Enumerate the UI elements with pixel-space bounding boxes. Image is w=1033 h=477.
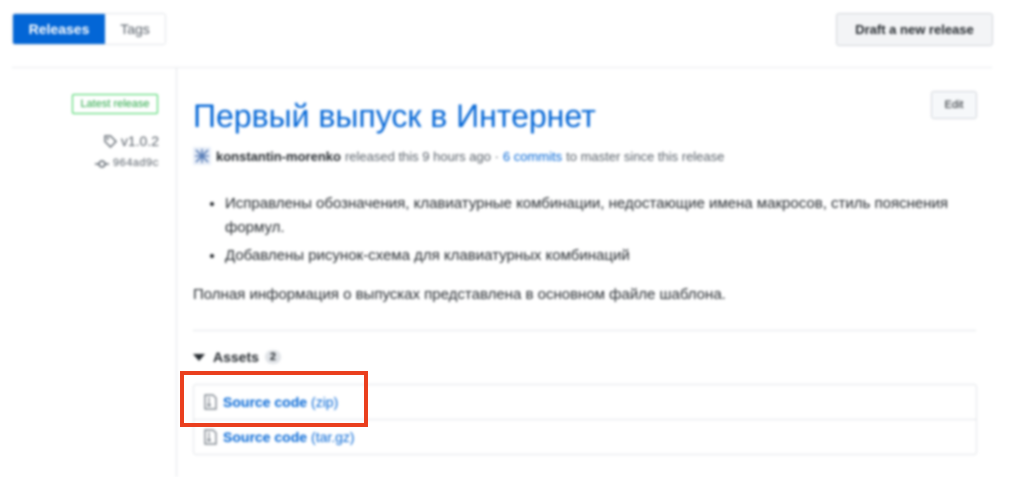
tab-releases[interactable]: Releases bbox=[13, 14, 105, 44]
asset-name[interactable]: Source code bbox=[223, 429, 307, 445]
author-link[interactable]: konstantin-morenko bbox=[216, 149, 341, 164]
release-paragraph: Полная информация о выпусках представлен… bbox=[193, 286, 726, 303]
timeline-line bbox=[176, 68, 177, 477]
commit-icon bbox=[94, 160, 109, 168]
tag-icon bbox=[104, 134, 117, 148]
assets-count-badge: 2 bbox=[264, 350, 282, 364]
draft-release-button[interactable]: Draft a new release bbox=[836, 13, 993, 46]
released-text: released this 9 hours ago · bbox=[344, 148, 499, 164]
release-tabs: Releases Tags bbox=[12, 13, 166, 45]
list-item: Исправлены обозначения, клавиатурные ком… bbox=[225, 192, 965, 240]
tab-tags[interactable]: Tags bbox=[105, 14, 165, 44]
list-item: Добавлены рисунок-схема для клавиатурных… bbox=[225, 244, 965, 268]
release-meta: konstantin-morenko released this 9 hours… bbox=[193, 147, 724, 165]
commit-sha: 964ad9c bbox=[112, 158, 159, 170]
release-commit[interactable]: 964ad9c bbox=[94, 158, 159, 170]
highlight-box bbox=[180, 371, 368, 427]
divider bbox=[12, 67, 992, 68]
release-tag[interactable]: v1.0.2 bbox=[104, 133, 159, 149]
assets-toggle[interactable]: Assets 2 bbox=[193, 349, 282, 365]
asset-ext[interactable]: (tar.gz) bbox=[311, 429, 355, 445]
file-zip-icon bbox=[204, 429, 217, 445]
release-title[interactable]: Первый выпуск в Интернет bbox=[193, 98, 596, 135]
divider bbox=[193, 330, 976, 331]
commits-suffix: to master since this release bbox=[566, 148, 725, 164]
release-notes: Исправлены обозначения, клавиатурные ком… bbox=[205, 192, 965, 272]
releases-page: Releases Tags Draft a new release Latest… bbox=[0, 0, 1033, 477]
edit-button[interactable]: Edit bbox=[931, 91, 977, 119]
commits-link[interactable]: 6 commits bbox=[503, 149, 562, 164]
tag-label: v1.0.2 bbox=[120, 133, 159, 149]
triangle-down-icon bbox=[193, 353, 205, 361]
latest-release-badge: Latest release bbox=[72, 94, 158, 114]
assets-heading: Assets bbox=[213, 349, 259, 365]
avatar[interactable] bbox=[193, 147, 211, 165]
